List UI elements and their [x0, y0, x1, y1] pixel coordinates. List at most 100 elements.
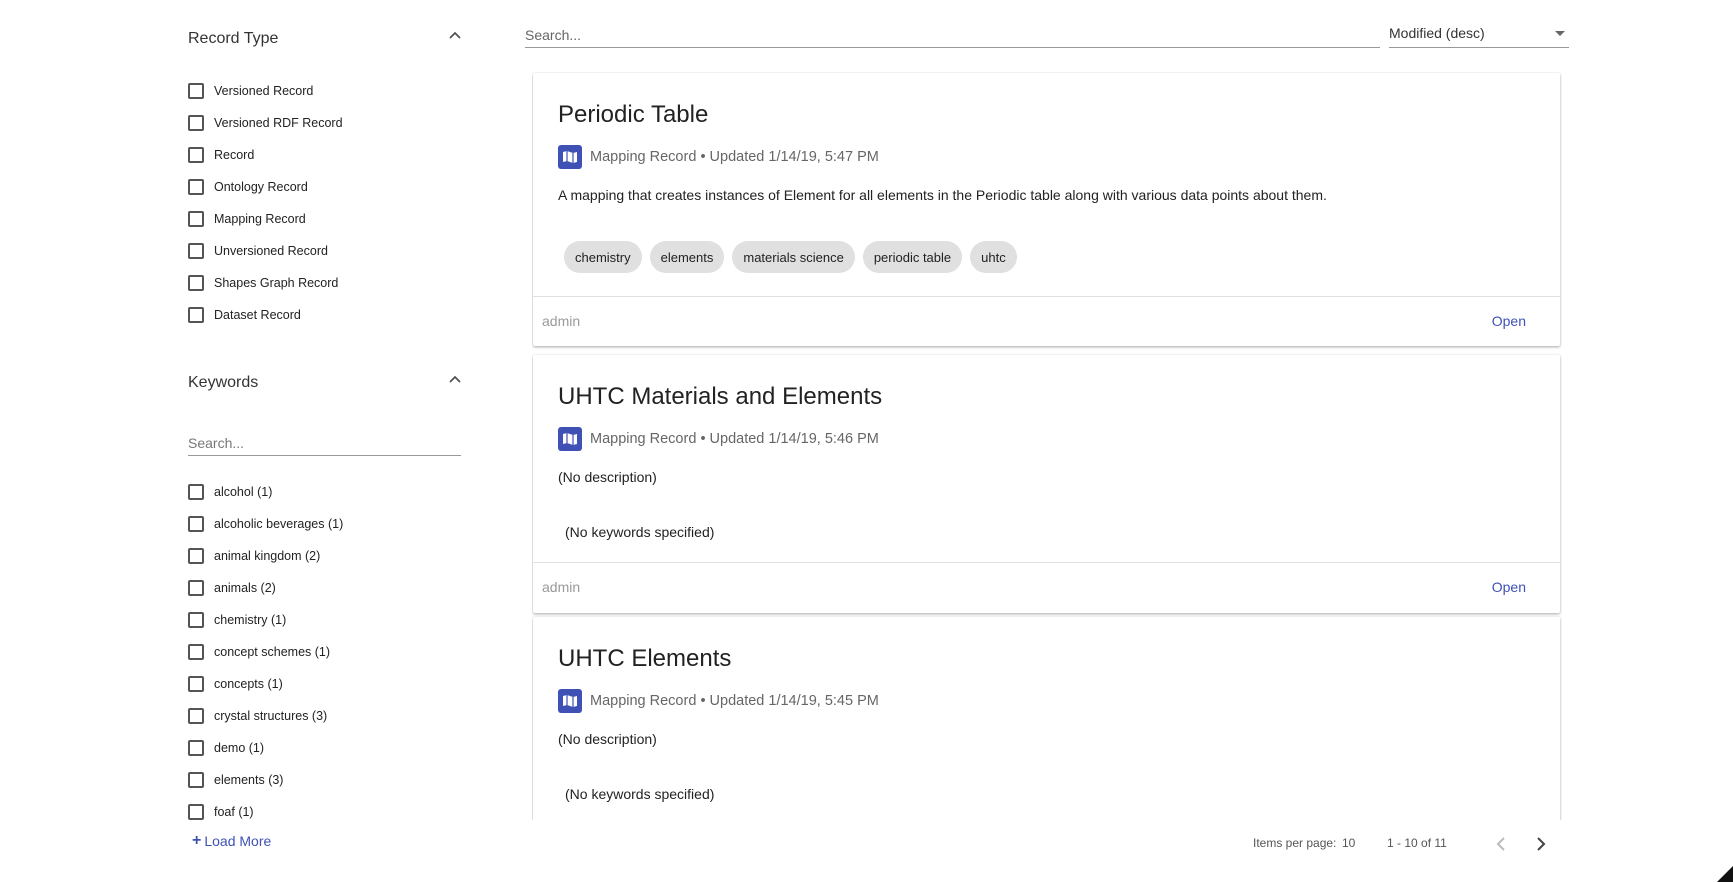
load-more-button[interactable]: + Load More [192, 832, 271, 850]
keyword-alcoholic-beverages[interactable]: alcoholic beverages (1) [188, 514, 343, 534]
record-type: Mapping Record [590, 149, 697, 165]
checkbox[interactable] [188, 644, 204, 660]
checkbox[interactable] [188, 243, 204, 259]
map-icon [558, 427, 582, 451]
record-meta: Mapping Record • Updated 1/14/19, 5:46 P… [558, 427, 879, 451]
meta-separator: • [700, 431, 706, 447]
keyword-chips: chemistry elements materials science per… [564, 241, 1025, 273]
record-footer: admin Open [533, 562, 1560, 614]
filter-label: Ontology Record [214, 180, 308, 194]
record-title: Periodic Table [558, 101, 709, 128]
keyword-demo[interactable]: demo (1) [188, 738, 264, 758]
record-card[interactable]: Periodic Table Mapping Record • Updated … [533, 73, 1560, 346]
checkbox[interactable] [188, 612, 204, 628]
open-button[interactable]: Open [1492, 313, 1526, 329]
keyword-label: demo (1) [214, 741, 265, 755]
checkbox[interactable] [188, 676, 204, 692]
record-description: (No description) [558, 469, 657, 485]
keyword-chemistry[interactable]: chemistry (1) [188, 610, 286, 630]
plus-icon: + [192, 832, 202, 849]
checkbox[interactable] [188, 147, 204, 163]
checkbox[interactable] [188, 307, 204, 323]
keyword-label: crystal structures (3) [214, 709, 328, 723]
record-type-header[interactable]: Record Type [188, 30, 462, 60]
checkbox[interactable] [188, 211, 204, 227]
filter-label: Dataset Record [214, 308, 301, 322]
checkbox[interactable] [188, 708, 204, 724]
meta-separator: • [700, 149, 706, 165]
record-meta: Mapping Record • Updated 1/14/19, 5:45 P… [558, 689, 879, 713]
keyword-chip[interactable]: chemistry [564, 241, 642, 273]
filter-record[interactable]: Record [188, 145, 254, 165]
record-meta: Mapping Record • Updated 1/14/19, 5:47 P… [558, 145, 879, 169]
filter-label: Mapping Record [214, 212, 306, 226]
filter-mapping-record[interactable]: Mapping Record [188, 209, 306, 229]
filter-unversioned-record[interactable]: Unversioned Record [188, 241, 328, 261]
keyword-label: alcohol (1) [214, 485, 273, 499]
filter-label: Record [214, 148, 255, 162]
keyword-animals[interactable]: animals (2) [188, 578, 276, 598]
filter-dataset-record[interactable]: Dataset Record [188, 305, 301, 325]
keyword-animal-kingdom[interactable]: animal kingdom (2) [188, 546, 320, 566]
sort-value: Modified (desc) [1389, 25, 1485, 41]
checkbox[interactable] [188, 772, 204, 788]
keyword-alcohol[interactable]: alcohol (1) [188, 482, 272, 502]
items-per-page-label: Items per page: [1253, 836, 1337, 850]
checkbox[interactable] [188, 804, 204, 820]
filter-label: Shapes Graph Record [214, 276, 339, 290]
items-per-page-value[interactable]: 10 [1342, 836, 1355, 850]
keywords-title: Keywords [188, 374, 259, 391]
filter-shapes-graph-record[interactable]: Shapes Graph Record [188, 273, 338, 293]
checkbox[interactable] [188, 548, 204, 564]
keyword-label: concept schemes (1) [214, 645, 331, 659]
map-icon [558, 145, 582, 169]
caret-down-icon [1555, 31, 1565, 36]
record-card[interactable]: UHTC Materials and Elements Mapping Reco… [533, 355, 1560, 613]
record-title: UHTC Elements [558, 645, 732, 672]
checkbox[interactable] [188, 580, 204, 596]
filter-versioned-record[interactable]: Versioned Record [188, 81, 313, 101]
keyword-foaf[interactable]: foaf (1) [188, 802, 254, 822]
keyword-concept-schemes[interactable]: concept schemes (1) [188, 642, 330, 662]
chevron-left-icon[interactable] [1491, 834, 1511, 854]
keyword-chip[interactable]: periodic table [862, 241, 963, 273]
checkbox[interactable] [188, 740, 204, 756]
record-search-input[interactable] [525, 22, 1380, 48]
record-description: A mapping that creates instances of Elem… [558, 187, 1327, 203]
keyword-concepts[interactable]: concepts (1) [188, 674, 283, 694]
record-list: Periodic Table Mapping Record • Updated … [532, 72, 1562, 820]
record-user: admin [542, 579, 581, 595]
checkbox[interactable] [188, 115, 204, 131]
keyword-elements[interactable]: elements (3) [188, 770, 283, 790]
filter-ontology-record[interactable]: Ontology Record [188, 177, 308, 197]
keyword-label: animal kingdom (2) [214, 549, 321, 563]
keyword-chip[interactable]: materials science [732, 241, 855, 273]
no-keywords-text: (No keywords specified) [565, 786, 715, 802]
record-footer: admin Open [533, 296, 1560, 348]
chevron-right-icon[interactable] [1531, 834, 1551, 854]
checkbox[interactable] [188, 275, 204, 291]
load-more-label: Load More [204, 833, 272, 849]
filter-versioned-rdf-record[interactable]: Versioned RDF Record [188, 113, 343, 133]
keyword-label: elements (3) [214, 773, 284, 787]
sort-select[interactable]: Modified (desc) [1389, 22, 1569, 48]
record-user: admin [542, 313, 581, 329]
filter-label: Versioned Record [214, 84, 314, 98]
keyword-chip[interactable]: elements [649, 241, 725, 273]
keyword-chip[interactable]: uhtc [970, 241, 1017, 273]
record-description: (No description) [558, 731, 657, 747]
open-button[interactable]: Open [1492, 579, 1526, 595]
checkbox[interactable] [188, 83, 204, 99]
record-card[interactable]: UHTC Elements Mapping Record • Updated 1… [533, 617, 1560, 820]
record-type-title: Record Type [188, 30, 279, 47]
chevron-up-icon[interactable] [448, 30, 462, 40]
checkbox[interactable] [188, 179, 204, 195]
keyword-label: chemistry (1) [214, 613, 287, 627]
keywords-header[interactable]: Keywords [188, 374, 462, 404]
checkbox[interactable] [188, 484, 204, 500]
checkbox[interactable] [188, 516, 204, 532]
filter-label: Versioned RDF Record [214, 116, 343, 130]
keyword-crystal-structures[interactable]: crystal structures (3) [188, 706, 327, 726]
keyword-search-input[interactable] [188, 430, 461, 456]
chevron-up-icon[interactable] [448, 374, 462, 384]
